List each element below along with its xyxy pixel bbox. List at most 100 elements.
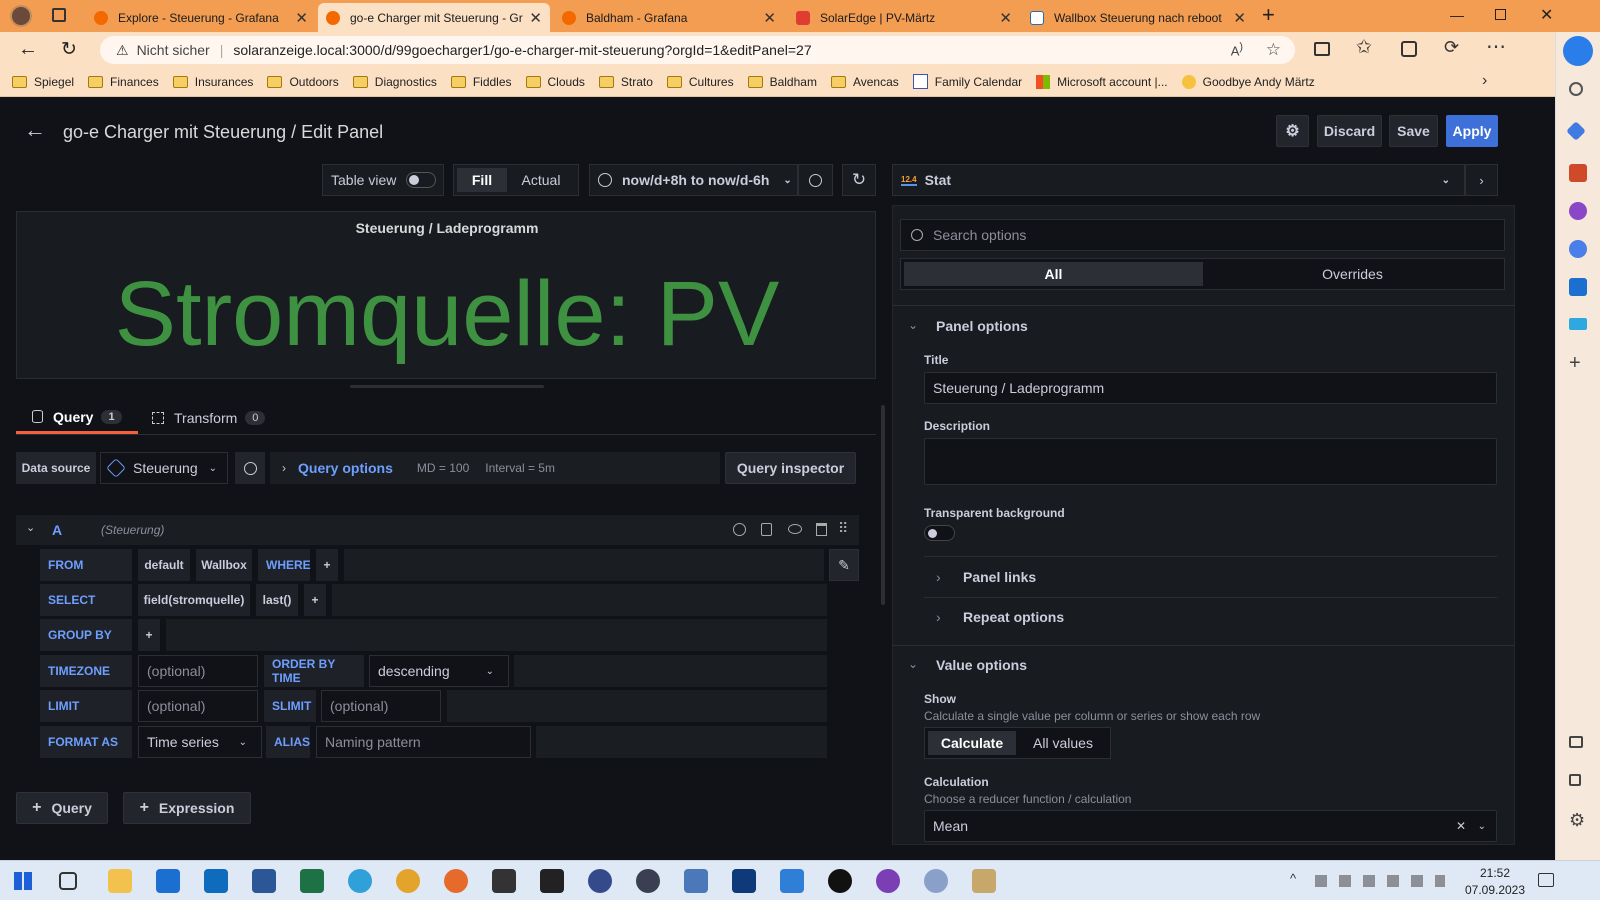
refresh-button[interactable]: ↻	[842, 164, 876, 196]
tab-solaredge[interactable]: SolarEdge | PV-Märtz ✕	[788, 3, 1020, 32]
bookmark-spiegel[interactable]: Spiegel	[12, 75, 74, 89]
edit-raw-query-button[interactable]: ✎	[829, 549, 859, 581]
tab-query[interactable]: Query 1	[16, 402, 138, 434]
query-ref-id[interactable]: A	[52, 522, 62, 538]
github-desktop-icon[interactable]	[876, 869, 900, 893]
add-query-button[interactable]: + Query	[16, 792, 108, 824]
datasource-help-button[interactable]	[235, 452, 265, 484]
all-values-option[interactable]: All values	[1018, 731, 1108, 755]
add-expression-button[interactable]: + Expression	[123, 792, 251, 824]
search-icon[interactable]	[1569, 82, 1583, 96]
r-app-icon[interactable]	[924, 869, 948, 893]
bookmark-fiddles[interactable]: Fiddles	[450, 75, 512, 89]
bookmark-finances[interactable]: Finances	[88, 75, 159, 89]
clock-date[interactable]: 07.09.2023	[1458, 883, 1532, 897]
read-aloud-icon[interactable]: A)	[1231, 41, 1243, 58]
favorite-star-icon[interactable]: ☆	[1266, 40, 1281, 60]
drag-handle-icon[interactable]: ⠿	[838, 520, 848, 537]
help-icon[interactable]	[733, 523, 746, 536]
audio-app-icon[interactable]	[540, 869, 564, 893]
select-field-segment[interactable]: field(stromquelle)	[138, 584, 250, 616]
tab-overrides[interactable]: Overrides	[1203, 262, 1502, 286]
calculate-option[interactable]: Calculate	[928, 731, 1016, 755]
where-add-button[interactable]: +	[316, 549, 338, 581]
resize-splitter[interactable]	[350, 385, 544, 388]
select-function-segment[interactable]: last()	[256, 584, 298, 616]
chrome-icon[interactable]	[396, 869, 420, 893]
more-menu-icon[interactable]: ⋯	[1486, 34, 1506, 59]
zoom-out-button[interactable]	[798, 164, 833, 196]
sidebar-toggle-icon[interactable]	[1569, 736, 1583, 748]
people-icon[interactable]	[1569, 202, 1587, 220]
bookmark-strato[interactable]: Strato	[598, 75, 653, 89]
tab-go-e-charger[interactable]: go-e Charger mit Steuerung - Gr ✕	[318, 3, 550, 32]
tab-transform[interactable]: Transform 0	[152, 402, 282, 434]
close-icon[interactable]: ✕	[529, 9, 542, 27]
bookmark-goodbye-andy[interactable]: Goodbye Andy Märtz	[1181, 74, 1315, 89]
query-options-link[interactable]: Query options	[298, 460, 393, 476]
fill-option[interactable]: Fill	[457, 168, 507, 192]
bookmark-baldham[interactable]: Baldham	[747, 75, 817, 89]
group-by-add-button[interactable]: +	[138, 619, 160, 651]
games-icon[interactable]	[1569, 240, 1587, 258]
back-icon[interactable]: ←	[18, 38, 38, 61]
clock-time[interactable]: 21:52	[1470, 866, 1520, 880]
from-measurement-segment[interactable]: Wallbox	[196, 549, 252, 581]
chevron-down-icon[interactable]: ⌄	[908, 657, 918, 671]
panel-options-header[interactable]: Panel options	[936, 318, 1028, 334]
bookmark-clouds[interactable]: Clouds	[525, 75, 585, 89]
from-policy-segment[interactable]: default	[138, 549, 190, 581]
send-icon[interactable]	[1569, 318, 1587, 330]
store-icon[interactable]	[156, 869, 180, 893]
github-icon[interactable]	[828, 869, 852, 893]
limit-input[interactable]: (optional)	[138, 690, 258, 722]
teamviewer-icon[interactable]	[732, 869, 756, 893]
repeat-options-header[interactable]: Repeat options	[963, 609, 1064, 625]
panel-links-header[interactable]: Panel links	[963, 569, 1036, 585]
bing-icon[interactable]	[1563, 36, 1593, 66]
transparent-background-toggle[interactable]	[924, 525, 955, 541]
calculation-select[interactable]: Mean ✕ ⌄	[924, 810, 1497, 842]
close-icon[interactable]: ✕	[763, 9, 776, 27]
notification-icon[interactable]	[1538, 873, 1554, 887]
description-textarea[interactable]	[924, 438, 1497, 485]
chevron-right-icon[interactable]: ›	[1482, 72, 1487, 90]
url-field[interactable]: ⚠ Nicht sicher | solaranzeige.local:3000…	[100, 36, 1295, 64]
tab-wallbox[interactable]: Wallbox Steuerung nach reboot ✕	[1022, 3, 1254, 32]
sync-icon[interactable]: ⟳	[1444, 37, 1459, 58]
bookmark-cultures[interactable]: Cultures	[666, 75, 734, 89]
file-explorer-icon[interactable]	[108, 869, 132, 893]
collapse-chevron-icon[interactable]: ⌄	[26, 521, 35, 534]
chevron-down-icon[interactable]: ⌄	[908, 318, 918, 332]
edge-icon[interactable]	[348, 869, 372, 893]
restore-button[interactable]	[1495, 9, 1506, 20]
new-tab-button[interactable]: +	[1262, 2, 1275, 28]
excel-icon[interactable]	[300, 869, 324, 893]
bookmark-microsoft-account[interactable]: Microsoft account |...	[1036, 74, 1168, 89]
query-inspector-button[interactable]: Query inspector	[725, 452, 856, 484]
tools-icon[interactable]	[1569, 164, 1587, 182]
star-app-icon[interactable]	[492, 869, 516, 893]
duplicate-icon[interactable]	[761, 523, 772, 536]
alias-input[interactable]: Naming pattern	[316, 726, 531, 758]
favorites-icon[interactable]: ✩	[1356, 36, 1372, 59]
tab-all[interactable]: All	[904, 262, 1203, 286]
bookmark-insurances[interactable]: Insurances	[172, 75, 253, 89]
open-external-icon[interactable]	[1569, 774, 1581, 786]
query-options-bar[interactable]: › Query options MD = 100 Interval = 5m	[270, 452, 720, 484]
value-options-header[interactable]: Value options	[936, 657, 1027, 673]
toggle-switch[interactable]	[406, 172, 437, 188]
time-range-picker[interactable]: now/d+8h to now/d-6h ⌄	[589, 164, 798, 196]
format-as-select[interactable]: Time series ⌄	[138, 726, 262, 758]
outlook-icon[interactable]	[204, 869, 228, 893]
editor-scrollbar[interactable]	[881, 405, 885, 605]
task-view-icon[interactable]	[59, 872, 77, 890]
close-icon[interactable]: ✕	[999, 9, 1012, 27]
save-button[interactable]: Save	[1389, 115, 1438, 147]
tab-baldham[interactable]: Baldham - Grafana ✕	[554, 3, 784, 32]
discard-button[interactable]: Discard	[1317, 115, 1382, 147]
remote-app-icon[interactable]	[780, 869, 804, 893]
apply-button[interactable]: Apply	[1446, 115, 1498, 147]
close-icon[interactable]: ✕	[295, 9, 308, 27]
firefox-icon[interactable]	[444, 869, 468, 893]
